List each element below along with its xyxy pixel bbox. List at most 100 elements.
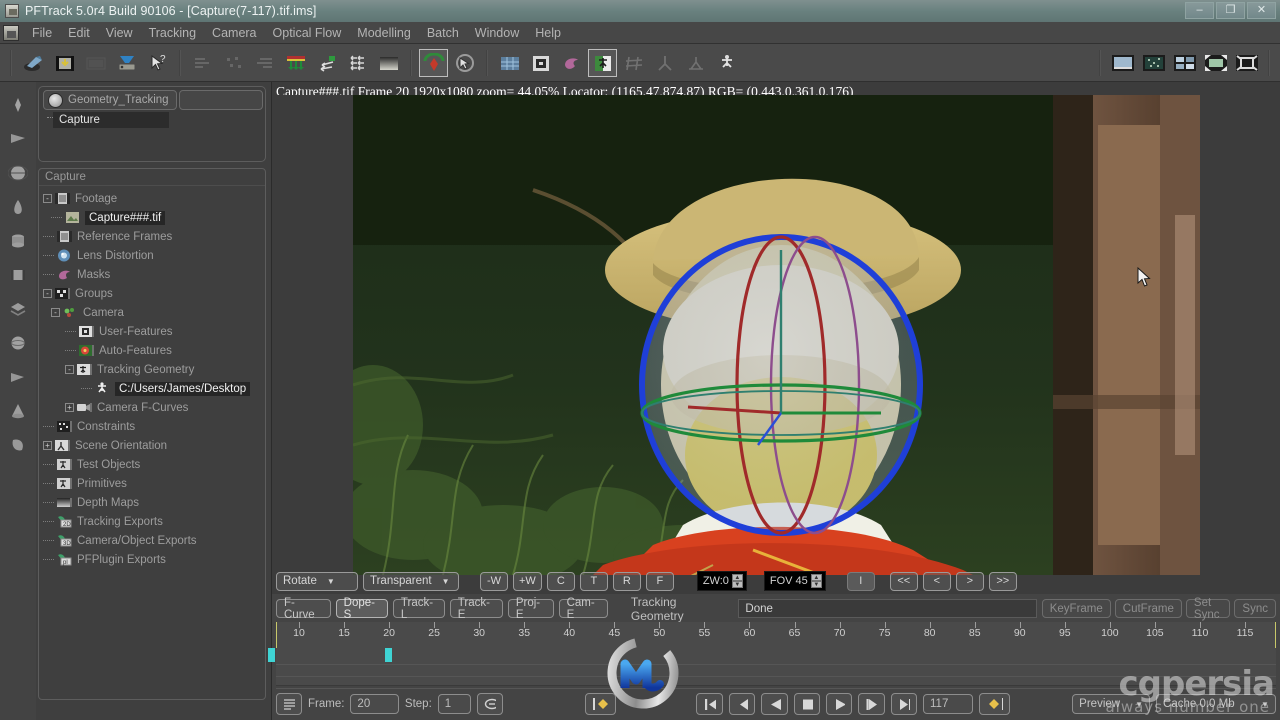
test-object-icon[interactable]: [681, 49, 710, 77]
expand-toggle-icon[interactable]: +: [65, 403, 74, 412]
tree-item-c-users-james-desktop[interactable]: C:/Users/James/Desktop: [39, 379, 265, 398]
menu-tracking[interactable]: Tracking: [141, 24, 204, 42]
viewer-last-button[interactable]: >>: [988, 571, 1017, 591]
viewer-c-button[interactable]: C: [546, 571, 575, 591]
timeline-ruler[interactable]: 10 15 20 25 30 35 40 45 50 55 60 65 70 75 80 85 90 95 100 1…: [276, 622, 1276, 648]
viewer-t-button[interactable]: T: [579, 571, 608, 591]
tree-item-test-objects[interactable]: Test Objects: [39, 455, 265, 474]
tab-track-e[interactable]: Track-E: [449, 597, 503, 621]
orbit-rotate-icon[interactable]: [450, 49, 479, 77]
cone-icon[interactable]: [5, 400, 31, 422]
menu-batch[interactable]: Batch: [419, 24, 467, 42]
keyframe-button[interactable]: KeyFrame: [1041, 599, 1111, 618]
mask-icon[interactable]: [557, 49, 586, 77]
viewer-display-select[interactable]: Transparent ▼: [363, 571, 459, 591]
timeline-track[interactable]: [267, 648, 1276, 689]
align-right-icon[interactable]: [250, 49, 279, 77]
list-icon[interactable]: [276, 693, 302, 715]
tree-item-constraints[interactable]: Constraints: [39, 417, 265, 436]
close-button[interactable]: ✕: [1247, 2, 1276, 19]
viewer-i-button[interactable]: I: [846, 571, 875, 591]
gradient-image-icon[interactable]: [374, 49, 403, 77]
menu-window[interactable]: Window: [467, 24, 527, 42]
menu-optical-flow[interactable]: Optical Flow: [265, 24, 350, 42]
node-empty-slot[interactable]: [179, 90, 263, 110]
stop-button[interactable]: [793, 693, 820, 715]
viewer-fov-field[interactable]: FOV 45 ▲ ▼: [763, 571, 826, 591]
tab-track-l[interactable]: Track-L: [392, 597, 445, 621]
layers-icon[interactable]: [5, 298, 31, 320]
primitive-icon[interactable]: [712, 49, 741, 77]
cylinder-icon[interactable]: [5, 230, 31, 252]
tree-item-groups[interactable]: - Groups: [39, 284, 265, 303]
triangle-icon[interactable]: [5, 366, 31, 388]
timeline-keyframe[interactable]: [267, 648, 275, 662]
tree-item-camera-object-exports[interactable]: 3D Camera/Object Exports: [39, 531, 265, 550]
import-footage-icon[interactable]: [19, 49, 48, 77]
viewer-r-button[interactable]: R: [612, 571, 641, 591]
orientation-icon[interactable]: [650, 49, 679, 77]
droplet-icon[interactable]: [5, 196, 31, 218]
align-left-icon[interactable]: [188, 49, 217, 77]
go-to-end-button[interactable]: [890, 693, 917, 715]
user-feature-icon[interactable]: [526, 49, 555, 77]
tree-item-user-features[interactable]: User-Features: [39, 322, 265, 341]
tree-item-capture-tif[interactable]: Capture###.tif: [39, 208, 265, 227]
tree-item-primitives[interactable]: Primitives: [39, 474, 265, 493]
step-input[interactable]: 1: [437, 694, 471, 714]
viewer-wire-plus-button[interactable]: +W: [513, 571, 542, 591]
cutframe-button[interactable]: CutFrame: [1114, 599, 1182, 618]
clip-icon[interactable]: [81, 49, 110, 77]
tree-item-depth-maps[interactable]: Depth Maps: [39, 493, 265, 512]
collapse-toggle-icon[interactable]: -: [65, 365, 74, 374]
set-sync-button[interactable]: Set Sync: [1185, 597, 1231, 621]
preview-dropdown[interactable]: Preview ▼: [1072, 694, 1151, 714]
viewer-wire-minus-button[interactable]: -W: [480, 571, 508, 591]
sync-button[interactable]: Sync: [1234, 599, 1276, 618]
pin-icon[interactable]: [5, 94, 31, 116]
frame-view-icon[interactable]: [1232, 49, 1261, 77]
end-key-icon[interactable]: [979, 693, 1011, 715]
auto-track-down-icon[interactable]: [281, 49, 310, 77]
collapse-toggle-icon[interactable]: -: [43, 194, 52, 203]
tree-item-camera[interactable]: - Camera: [39, 303, 265, 322]
step-forward-button[interactable]: [858, 693, 885, 715]
step-back-button[interactable]: [728, 693, 756, 715]
tree-item-auto-features[interactable]: Auto-Features: [39, 341, 265, 360]
single-view-icon[interactable]: [1108, 49, 1137, 77]
quad-view-icon[interactable]: [1170, 49, 1199, 77]
timeline-keyframe[interactable]: [385, 648, 393, 662]
collapse-toggle-icon[interactable]: -: [43, 289, 52, 298]
viewer-canvas[interactable]: [353, 95, 1200, 575]
fit-view-icon[interactable]: [1201, 49, 1230, 77]
play-backward-button[interactable]: [761, 693, 788, 715]
filmstrip-icon[interactable]: [5, 264, 31, 286]
flag-icon[interactable]: [5, 128, 31, 150]
node-capture[interactable]: Capture: [53, 112, 169, 128]
menu-modelling[interactable]: Modelling: [349, 24, 419, 42]
scatter-points-icon[interactable]: [219, 49, 248, 77]
tree-item-scene-orientation[interactable]: + Scene Orientation: [39, 436, 265, 455]
globe-icon[interactable]: [5, 162, 31, 184]
grid-perspective-icon[interactable]: [495, 49, 524, 77]
export-render-icon[interactable]: [112, 49, 141, 77]
geometry-tracking-icon[interactable]: [588, 48, 617, 77]
sphere-icon[interactable]: [5, 332, 31, 354]
tab-f-curve[interactable]: F-Curve: [276, 597, 331, 621]
menu-help[interactable]: Help: [527, 24, 569, 42]
node-geometry-tracking[interactable]: Geometry_Tracking: [43, 90, 177, 110]
help-pointer-icon[interactable]: ?: [143, 49, 172, 77]
tree-item-camera-f-curves[interactable]: + Camera F-Curves: [39, 398, 265, 417]
play-forward-button[interactable]: [825, 693, 853, 715]
tree-item-lens-distortion[interactable]: Lens Distortion: [39, 246, 265, 265]
minimize-button[interactable]: –: [1185, 2, 1214, 19]
collapse-toggle-icon[interactable]: -: [51, 308, 60, 317]
frame-input[interactable]: 20: [350, 694, 399, 714]
viewer-prev-button[interactable]: <: [922, 571, 951, 591]
zw-spinner[interactable]: ▲ ▼: [731, 574, 743, 588]
tracking-target-icon[interactable]: [419, 48, 448, 77]
viewer-zw-field[interactable]: ZW:0 ▲ ▼: [696, 571, 747, 591]
end-frame-input[interactable]: 117: [923, 694, 974, 714]
go-to-start-button[interactable]: [696, 693, 723, 715]
tree-item-tracking-geometry[interactable]: - Tracking Geometry: [39, 360, 265, 379]
